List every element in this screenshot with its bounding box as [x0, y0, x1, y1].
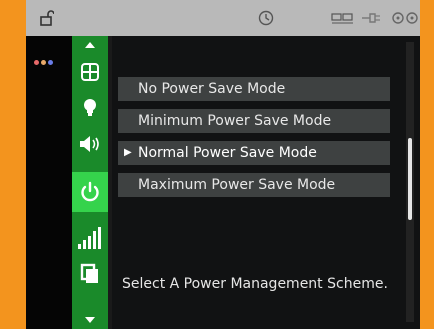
power-option-minimum[interactable]: Minimum Power Save Mode: [118, 109, 390, 133]
power-option-label: No Power Save Mode: [138, 81, 286, 97]
sidebar-item-brightness[interactable]: [72, 90, 108, 126]
sidebar-item-display[interactable]: [72, 54, 108, 90]
panel-scrollbar[interactable]: [406, 42, 414, 322]
signal-bars-icon: [78, 227, 101, 249]
grid-icon: [81, 63, 99, 81]
device-screen: No Power Save Mode Minimum Power Save Mo…: [26, 0, 420, 329]
scroll-up-arrow-icon: [85, 42, 95, 48]
device-bezel-left: [0, 0, 26, 329]
sidebar-scroll-up[interactable]: [72, 36, 108, 54]
scrollbar-thumb[interactable]: [408, 138, 412, 220]
power-option-maximum[interactable]: Maximum Power Save Mode: [118, 173, 390, 197]
copy-icon: [80, 263, 98, 283]
lock-open-icon: [40, 10, 54, 26]
plug-icon: [362, 13, 380, 23]
sidebar-item-network[interactable]: [72, 220, 108, 256]
sidebar-item-power[interactable]: [72, 172, 108, 212]
lightbulb-icon: [84, 99, 96, 116]
sidebar-scroll-down[interactable]: [72, 311, 108, 329]
speaker-icon: [80, 136, 99, 152]
power-scheme-description: Select A Power Management Scheme.: [122, 276, 388, 292]
power-settings-panel: No Power Save Mode Minimum Power Save Mo…: [112, 36, 404, 329]
usb-icon: [331, 13, 353, 24]
selected-marker-icon: ▶: [124, 147, 132, 158]
device-bezel-right: [420, 0, 434, 329]
settings-sidebar: [72, 36, 108, 329]
power-option-none[interactable]: No Power Save Mode: [118, 77, 390, 101]
power-option-normal[interactable]: ▶ Normal Power Save Mode: [118, 141, 390, 165]
power-icon: [81, 181, 99, 202]
power-option-label: Maximum Power Save Mode: [138, 177, 336, 193]
power-option-label: Normal Power Save Mode: [138, 145, 317, 161]
indicator-dots-icon: [34, 50, 60, 65]
more-icon[interactable]: [392, 10, 420, 26]
scroll-down-arrow-icon: [85, 317, 95, 323]
power-option-label: Minimum Power Save Mode: [138, 113, 332, 129]
sidebar-item-storage[interactable]: [72, 256, 108, 292]
status-bar: [26, 0, 420, 36]
clock-icon: [258, 10, 274, 26]
left-strip: [26, 36, 72, 329]
sidebar-item-sound[interactable]: [72, 126, 108, 162]
